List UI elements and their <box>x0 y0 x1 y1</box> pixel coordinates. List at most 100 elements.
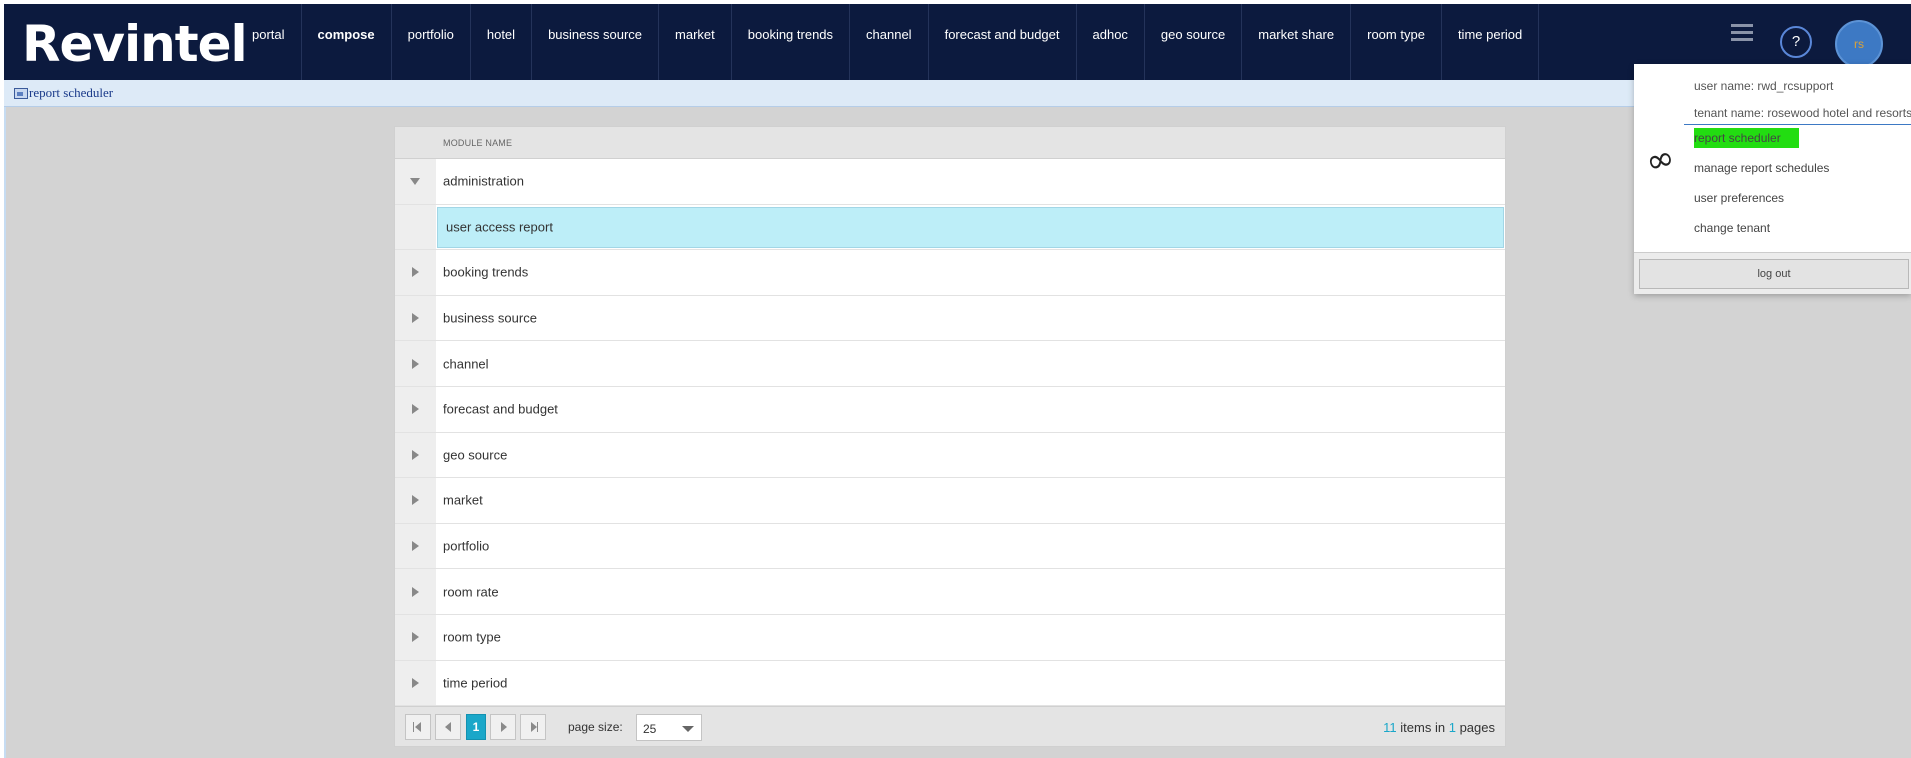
module-name: geo source <box>443 447 508 463</box>
hierarchy-cell <box>395 432 436 478</box>
hierarchy-cell <box>395 159 436 204</box>
child-row: user access report <box>395 204 1505 251</box>
menu-item-user-preferences[interactable]: user preferences <box>1694 191 1784 205</box>
items-in-text: items in <box>1400 720 1446 735</box>
report-icon <box>14 87 28 99</box>
menu-item-report-scheduler[interactable]: report scheduler <box>1694 128 1799 148</box>
nav-item-portfolio[interactable]: portfolio <box>392 4 471 80</box>
table-row[interactable]: time period <box>395 660 1505 707</box>
user-avatar[interactable]: rs <box>1835 20 1883 68</box>
hierarchy-cell <box>395 295 436 341</box>
grid-header: MODULE NAME <box>395 127 1505 159</box>
last-page-icon <box>531 722 538 732</box>
hierarchy-cell <box>395 660 436 706</box>
table-row[interactable]: business source <box>395 295 1505 342</box>
menu-item-manage-report-schedules[interactable]: manage report schedules <box>1694 161 1829 175</box>
expand-arrow-icon[interactable] <box>412 313 419 324</box>
table-row[interactable]: booking trends <box>395 250 1505 296</box>
expand-arrow-icon[interactable] <box>412 449 419 460</box>
table-row[interactable]: market <box>395 478 1505 524</box>
prev-page-icon <box>445 722 451 732</box>
report-name: user access report <box>446 219 553 235</box>
prev-page-button[interactable] <box>435 714 461 740</box>
expand-arrow-icon[interactable] <box>412 632 419 643</box>
total-items: 11 <box>1383 720 1397 735</box>
expand-arrow-icon[interactable] <box>412 358 419 369</box>
hierarchy-cell <box>395 569 436 614</box>
hierarchy-cell <box>395 204 436 250</box>
expand-arrow-icon[interactable] <box>412 267 419 278</box>
nav-item-hotel[interactable]: hotel <box>471 4 533 80</box>
breadcrumb[interactable]: report scheduler <box>14 85 113 101</box>
module-name: administration <box>443 173 524 189</box>
table-row[interactable]: geo source <box>395 432 1505 479</box>
expand-arrow-icon[interactable] <box>412 404 419 415</box>
nav-item-forecast-and-budget[interactable]: forecast and budget <box>929 4 1077 80</box>
menu-item-change-tenant[interactable]: change tenant <box>1694 221 1770 235</box>
chevron-down-icon <box>682 726 694 732</box>
module-name: channel <box>443 356 489 372</box>
expand-arrow-icon[interactable] <box>412 586 419 597</box>
last-page-button[interactable] <box>520 714 546 740</box>
pages-text: pages <box>1459 720 1495 735</box>
page-size-value: 25 <box>643 722 657 736</box>
nav-item-business-source[interactable]: business source <box>532 4 660 80</box>
user-menu: ∞ user name: rwd_rcsupport tenant name: … <box>1634 64 1911 294</box>
module-name: room type <box>443 629 501 645</box>
grid-body: administration user access report booking … <box>395 159 1505 707</box>
hierarchy-cell <box>395 478 436 523</box>
nav-item-market[interactable]: market <box>659 4 732 80</box>
next-page-icon <box>501 722 507 732</box>
module-name: business source <box>443 310 537 326</box>
pager-info: 11 items in 1 pages <box>1383 720 1495 735</box>
column-header-module-name[interactable]: MODULE NAME <box>443 138 512 148</box>
main-nav: portal compose portfolio hotel business sour… <box>236 4 1540 80</box>
table-row[interactable]: portfolio <box>395 523 1505 570</box>
hierarchy-cell <box>395 523 436 569</box>
expand-arrow-icon[interactable] <box>412 541 419 552</box>
revintel-logo[interactable]: Revintel <box>22 16 248 72</box>
module-name: room rate <box>443 584 499 600</box>
nav-item-channel[interactable]: channel <box>850 4 929 80</box>
table-row[interactable]: room type <box>395 614 1505 661</box>
nav-item-compose[interactable]: compose <box>302 4 392 80</box>
collapse-arrow-icon[interactable] <box>410 178 420 186</box>
module-name: forecast and budget <box>443 401 558 417</box>
nav-item-adhoc[interactable]: adhoc <box>1077 4 1145 80</box>
nav-item-market-share[interactable]: market share <box>1242 4 1352 80</box>
hierarchy-cell <box>395 250 436 295</box>
breadcrumb-label: report scheduler <box>29 85 114 100</box>
module-name: market <box>443 492 483 508</box>
nav-item-geo-source[interactable]: geo source <box>1145 4 1243 80</box>
report-item-selected[interactable]: user access report <box>437 206 1504 249</box>
page-size-select[interactable]: 25 <box>636 714 702 741</box>
first-page-button[interactable] <box>405 714 431 740</box>
hamburger-icon[interactable] <box>1731 24 1753 46</box>
module-name: booking trends <box>443 264 529 280</box>
expand-arrow-icon[interactable] <box>412 495 419 506</box>
table-row[interactable]: room rate <box>395 569 1505 615</box>
expand-arrow-icon[interactable] <box>412 677 419 688</box>
page-number-button[interactable]: 1 <box>466 714 486 740</box>
module-name: time period <box>443 675 508 691</box>
nav-item-booking-trends[interactable]: booking trends <box>732 4 851 80</box>
nav-item-portal[interactable]: portal <box>236 4 302 80</box>
nav-item-room-type[interactable]: room type <box>1351 4 1442 80</box>
total-pages: 1 <box>1448 720 1456 735</box>
breadcrumb-bar: report scheduler <box>4 80 1911 107</box>
logout-button[interactable]: log out <box>1639 259 1909 289</box>
top-navbar: Revintel portal compose portfolio hotel busi… <box>4 4 1911 80</box>
table-row[interactable]: forecast and budget <box>395 386 1505 433</box>
user-name-info: user name: rwd_rcsupport <box>1694 79 1834 93</box>
table-row[interactable]: administration <box>395 159 1505 205</box>
grid-pager: 1 page size: 25 11 items in 1 pages <box>395 706 1505 746</box>
table-row[interactable]: channel <box>395 341 1505 387</box>
nav-item-time-period[interactable]: time period <box>1442 4 1540 80</box>
help-button[interactable]: ? <box>1780 26 1812 58</box>
hierarchy-cell <box>395 341 436 386</box>
next-page-button[interactable] <box>490 714 516 740</box>
module-name: portfolio <box>443 538 490 554</box>
module-grid: MODULE NAME administration user access re… <box>394 126 1506 747</box>
tenant-name-info: tenant name: rosewood hotel and resorts <box>1684 106 1911 125</box>
infinity-icon: ∞ <box>1641 137 1680 183</box>
